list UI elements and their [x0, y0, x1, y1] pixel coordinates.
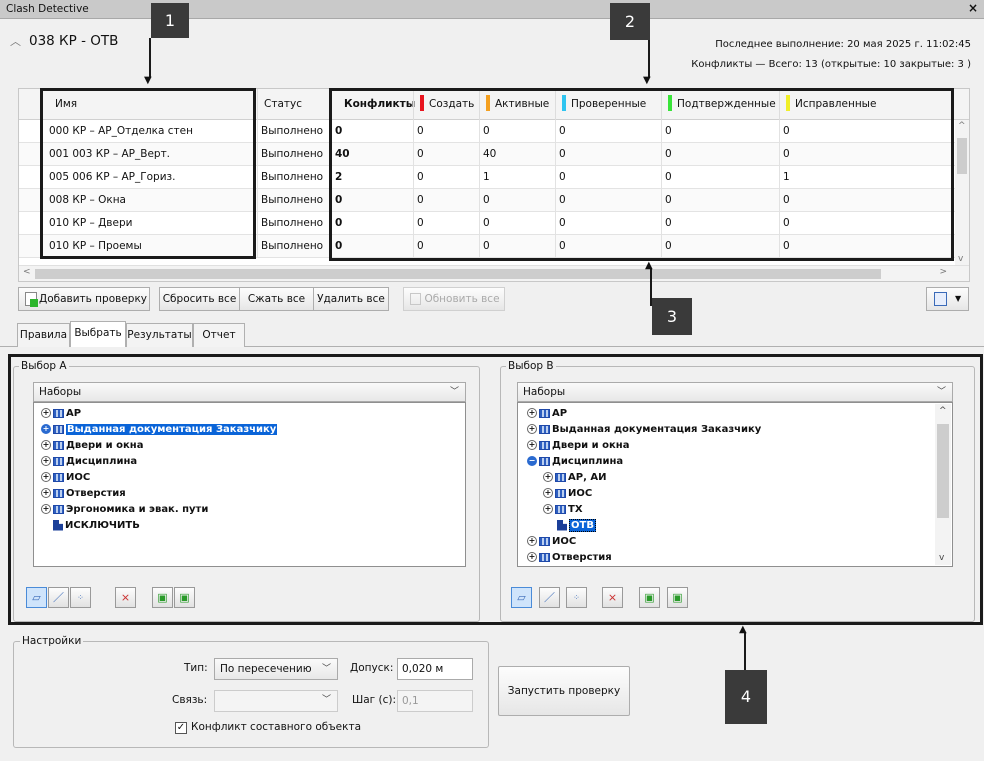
annotation-box-4	[8, 354, 983, 625]
window-titlebar: Clash Detective ×	[0, 0, 984, 19]
callout-3-arrow	[650, 268, 652, 306]
callout-2: 2	[610, 3, 650, 40]
scroll-down-icon[interactable]: v	[958, 254, 963, 264]
step-label: Шаг (с):	[352, 694, 397, 706]
scroll-thumb[interactable]	[957, 138, 967, 174]
annotation-box-1	[40, 88, 256, 259]
settings-label: Настройки	[20, 635, 84, 647]
link-dropdown[interactable]: ﹀	[214, 690, 338, 712]
scroll-left-icon[interactable]: <	[23, 267, 31, 277]
chevron-down-icon: ﹀	[321, 664, 331, 674]
arrow-down-icon: ▼	[643, 75, 651, 86]
run-test-button[interactable]: Запустить проверку	[498, 666, 630, 716]
tolerance-input[interactable]: 0,020 м	[397, 658, 473, 680]
type-label: Тип:	[184, 662, 208, 674]
delete-all-button[interactable]: Удалить все	[313, 287, 389, 311]
callout-1: 1	[151, 3, 189, 38]
refresh-all-button[interactable]: Обновить все	[403, 287, 505, 311]
close-icon[interactable]: ×	[968, 1, 978, 15]
callout-4-arrow	[744, 632, 746, 670]
export-icon	[934, 292, 947, 306]
refresh-icon	[410, 293, 421, 305]
cell-status: Выполнено	[257, 235, 331, 258]
tab-report[interactable]: Отчет	[193, 323, 245, 347]
add-test-icon	[25, 292, 38, 307]
scroll-thumb-h[interactable]	[35, 269, 881, 279]
cell-status: Выполнено	[257, 120, 331, 143]
add-test-button[interactable]: Добавить проверку	[18, 287, 150, 311]
tolerance-label: Допуск:	[350, 662, 394, 674]
callout-4: 4	[725, 670, 767, 724]
window-title: Clash Detective	[6, 3, 89, 15]
grid-horizontal-scrollbar[interactable]: < >	[19, 265, 969, 281]
test-name: 038 КР - ОТВ	[29, 33, 119, 49]
col-status[interactable]: Статус	[257, 89, 331, 120]
callout-2-arrow	[648, 40, 650, 78]
test-header[interactable]: ︿ 038 КР - ОТВ	[10, 33, 118, 49]
reset-all-button[interactable]: Сбросить все	[159, 287, 240, 311]
arrow-down-icon: ▼	[144, 75, 152, 86]
compact-all-button[interactable]: Сжать все	[239, 287, 314, 311]
dropdown-arrow-icon: ▼	[955, 294, 962, 303]
composite-checkbox[interactable]: ✓	[175, 722, 187, 734]
clash-summary: Конфликты — Всего: 13 (открытые: 10 закр…	[691, 59, 971, 70]
link-label: Связь:	[172, 694, 208, 706]
arrow-up-icon: ▲	[739, 624, 747, 635]
callout-1-arrow	[149, 38, 151, 78]
cell-status: Выполнено	[257, 189, 331, 212]
annotation-box-2	[329, 88, 954, 261]
scroll-up-icon[interactable]: ^	[958, 121, 966, 131]
tab-results[interactable]: Результаты	[126, 323, 193, 347]
tab-rules[interactable]: Правила	[17, 323, 70, 347]
step-input[interactable]: 0,1	[397, 690, 473, 712]
grid-vertical-scrollbar[interactable]: ^ v	[955, 120, 969, 265]
callout-3: 3	[652, 298, 692, 335]
scroll-right-icon[interactable]: >	[939, 267, 947, 277]
last-run: Последнее выполнение: 20 мая 2025 г. 11:…	[715, 39, 971, 50]
export-import-button[interactable]: ▼	[926, 287, 969, 311]
type-dropdown[interactable]: По пересечению ﹀	[214, 658, 338, 680]
arrow-up-icon: ▲	[645, 260, 653, 271]
cell-status: Выполнено	[257, 143, 331, 166]
tab-select[interactable]: Выбрать	[70, 321, 126, 347]
composite-label: Конфликт составного объекта	[191, 721, 361, 733]
cell-status: Выполнено	[257, 212, 331, 235]
chevron-down-icon: ﹀	[321, 695, 331, 705]
cell-status: Выполнено	[257, 166, 331, 189]
chevron-up-icon[interactable]: ︿	[10, 35, 21, 48]
